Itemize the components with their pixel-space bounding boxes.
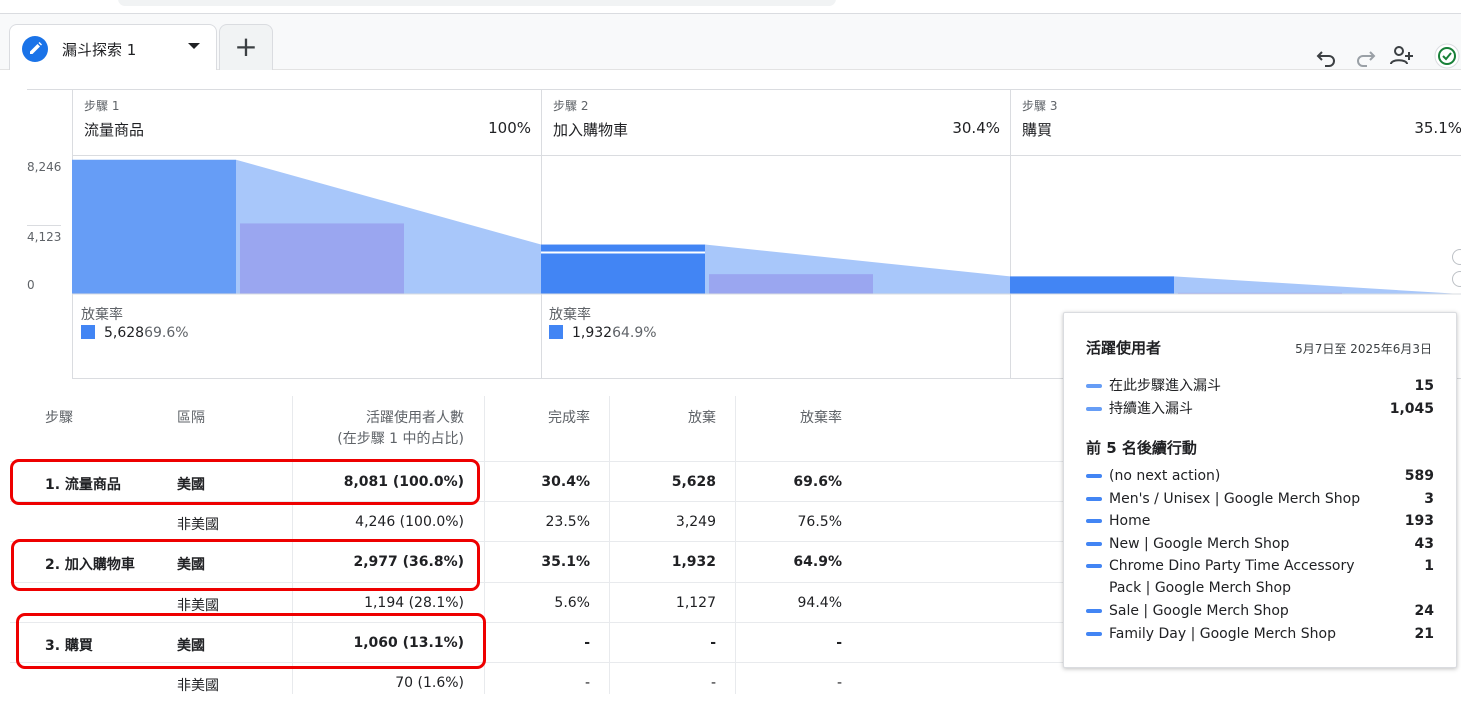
highlight-box [10, 459, 480, 505]
tooltip-date-range: 5月7日至 2025年6月3日 [1295, 342, 1432, 356]
abandon-rate-label: 放棄率 [549, 307, 591, 323]
cell-segment: 非美國 [177, 517, 219, 533]
highlight-box [16, 613, 486, 669]
header-step[interactable]: 步驟 [45, 408, 73, 429]
legend-swatch [549, 325, 563, 339]
cell-abandon: 1,932 [671, 554, 716, 570]
header-completion-rate[interactable]: 完成率 [490, 408, 590, 429]
cell-completion: - [584, 675, 590, 691]
abandon-rate: 69.6% [144, 325, 189, 341]
table-row[interactable]: 非美國 4,246 (100.0%) 23.5% 3,249 76.5% [10, 501, 1070, 541]
tooltip-next-label: Sale | Google Merch Shop [1109, 603, 1289, 619]
legend-dash [1086, 496, 1102, 501]
undo-icon[interactable] [1313, 42, 1341, 70]
bar-us-step-3[interactable] [1010, 276, 1174, 294]
funnel-tooltip: 活躍使用者 5月7日至 2025年6月3日 在此步驟進入漏斗 15 持續進入漏斗 1,… [1063, 312, 1457, 668]
tooltip-next-value: 24 [1414, 603, 1434, 619]
legend-dash [1086, 564, 1102, 568]
cell-completion: 30.4% [541, 474, 590, 490]
check-status-icon[interactable] [1433, 42, 1461, 70]
legend-dash [1086, 631, 1102, 636]
tooltip-entry-label: 持續進入漏斗 [1109, 401, 1193, 417]
chevron-down-icon[interactable] [188, 43, 200, 49]
bar-non-us-step-2[interactable] [709, 274, 873, 294]
header-active-users-line2: (在步驟 1 中的占比) [337, 431, 464, 447]
abandon-count: 5,628 [104, 325, 145, 341]
cell-completion: 5.6% [554, 595, 590, 611]
legend-dash [1086, 474, 1102, 478]
zoom-in-icon[interactable] [1452, 249, 1461, 265]
tooltip-next-label: Family Day | Google Merch Shop [1109, 625, 1336, 642]
funnel-table: 步驟 區隔 活躍使用者人數 (在步驟 1 中的占比) 完成率 放棄 放棄率 1.… [0, 396, 1070, 694]
abandon-value-step-2: 1,93264.9% [549, 325, 657, 341]
tooltip-title: 活躍使用者 [1086, 339, 1162, 357]
cell-abandon-rate: - [836, 635, 842, 651]
tooltip-next-value: 43 [1414, 535, 1434, 552]
cell-abandon: 5,628 [671, 474, 716, 490]
abandon-rate-label: 放棄率 [81, 307, 123, 323]
abandon-rate: 64.9% [612, 325, 657, 341]
abandon-count: 1,932 [572, 325, 613, 341]
legend-dash [1086, 541, 1102, 546]
abandon-value-step-1: 5,62869.6% [81, 325, 189, 341]
tooltip-next-value: 1 [1424, 558, 1434, 574]
tooltip-next-label: Home [1109, 513, 1151, 529]
tooltip-next-label: New | Google Merch Shop [1109, 535, 1290, 552]
edit-pencil-icon[interactable] [22, 36, 48, 62]
cell-segment: 非美國 [177, 678, 219, 694]
header-active-users-line1: 活躍使用者人數 [366, 410, 464, 426]
legend-swatch [81, 325, 95, 339]
header-segment[interactable]: 區隔 [177, 408, 205, 429]
cell-completion: 35.1% [541, 554, 590, 570]
header-abandon-rate[interactable]: 放棄率 [740, 408, 842, 429]
funnel-flow-area[interactable] [1174, 276, 1461, 294]
cell-abandon: 1,127 [675, 595, 716, 611]
tooltip-next-label: Men's / Unisex | Google Merch Shop [1109, 490, 1361, 507]
cell-abandon-rate: - [836, 675, 842, 691]
tab-title: 漏斗探索 1 [62, 41, 137, 59]
tooltip-next-value: 3 [1424, 490, 1434, 507]
cell-users: 1,194 (28.1%) [364, 595, 464, 611]
share-users-icon[interactable] [1388, 42, 1416, 70]
legend-dash [1086, 407, 1102, 411]
cell-segment: 非美國 [177, 598, 219, 614]
tooltip-entry-value: 1,045 [1389, 401, 1434, 417]
cell-abandon-rate: 69.6% [793, 474, 842, 490]
cell-completion: 23.5% [545, 514, 590, 530]
header-abandon[interactable]: 放棄 [615, 408, 716, 429]
tooltip-next-label: Chrome Dino Party Time Accessory Pack | … [1109, 558, 1355, 596]
cell-users: 70 (1.6%) [395, 675, 464, 691]
legend-dash [1086, 519, 1102, 523]
highlight-box [11, 539, 480, 591]
bar-non-us-step-1[interactable] [240, 223, 404, 294]
header-active-users[interactable]: 活躍使用者人數 (在步驟 1 中的占比) [300, 408, 464, 450]
redo-icon[interactable] [1351, 42, 1379, 70]
cell-abandon-rate: 64.9% [793, 554, 842, 570]
cell-users: 4,246 (100.0%) [355, 514, 464, 530]
cell-abandon-rate: 94.4% [797, 595, 842, 611]
cell-abandon: - [710, 635, 716, 651]
tooltip-next-value: 21 [1414, 625, 1434, 642]
add-tab-button[interactable]: + [219, 24, 273, 70]
address-bar[interactable] [118, 0, 836, 6]
cell-abandon: 3,249 [675, 514, 716, 530]
tooltip-next-value: 193 [1404, 513, 1434, 529]
browser-top-strip [0, 0, 1461, 14]
bar-us-step-1[interactable] [72, 159, 236, 294]
cell-completion: - [584, 635, 590, 651]
legend-dash [1086, 609, 1102, 613]
tab-funnel-exploration[interactable]: 漏斗探索 1 [9, 24, 217, 70]
tooltip-next-value: 589 [1404, 468, 1434, 484]
cell-abandon-rate: 76.5% [797, 514, 842, 530]
zoom-out-icon[interactable] [1452, 271, 1461, 287]
tooltip-next-label: (no next action) [1109, 468, 1221, 484]
tooltip-entry-label: 在此步驟進入漏斗 [1109, 378, 1221, 394]
tooltip-entry-value: 15 [1414, 378, 1434, 394]
tooltip-next-actions-title: 前 5 名後續行動 [1086, 439, 1197, 457]
cell-abandon: - [710, 675, 716, 691]
exploration-tab-bar: 漏斗探索 1 + [0, 14, 1461, 70]
legend-dash [1086, 384, 1102, 388]
